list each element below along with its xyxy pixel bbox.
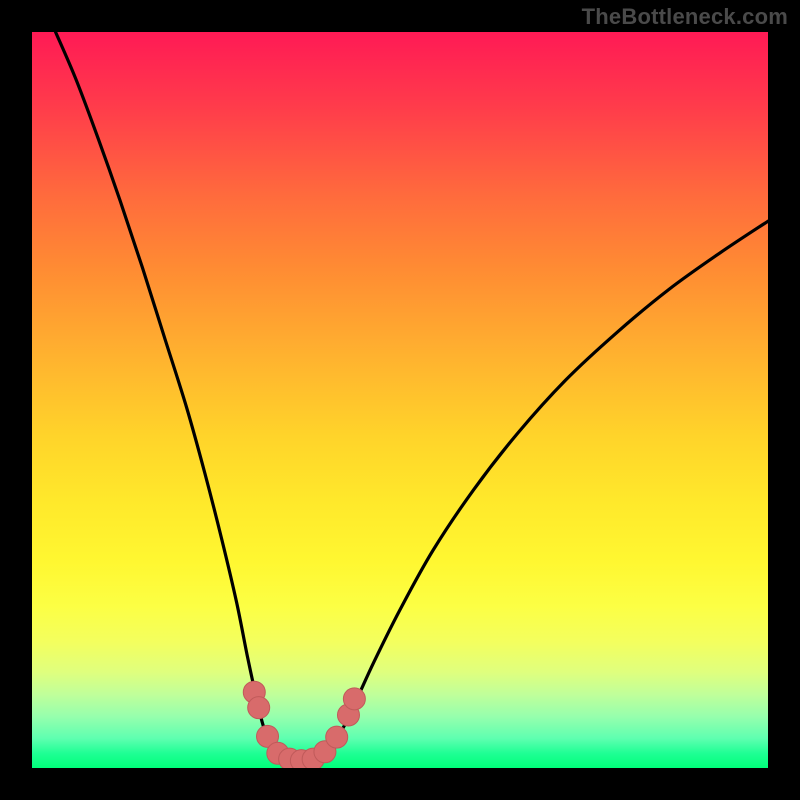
- watermark-text: TheBottleneck.com: [582, 4, 788, 30]
- plot-area: [32, 32, 768, 768]
- trough-marker: [248, 697, 270, 719]
- trough-marker: [343, 688, 365, 710]
- trough-marker: [326, 726, 348, 748]
- chart-frame: TheBottleneck.com: [0, 0, 800, 800]
- trough-markers: [32, 32, 768, 768]
